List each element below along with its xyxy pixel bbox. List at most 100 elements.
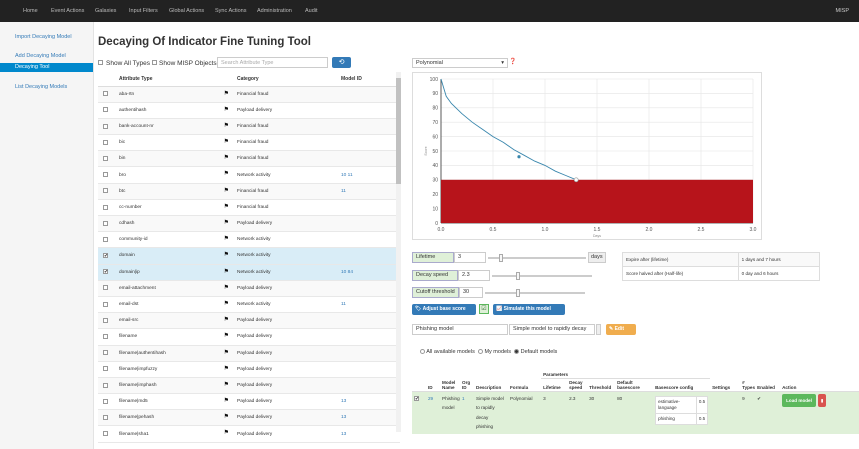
attribute-row[interactable]: btc ⚑ Financial fraud 11 (98, 183, 400, 200)
attribute-row[interactable]: cc-number ⚑ Financial fraud (98, 199, 400, 217)
model-id-cell[interactable] (337, 86, 400, 103)
model-id-cell[interactable]: 13 (337, 425, 400, 443)
attribute-search-input[interactable]: Search Attribute Type (217, 57, 328, 68)
attribute-row[interactable]: filename|pehash ⚑ Payload delivery 13 (98, 409, 400, 427)
row-checkbox[interactable] (103, 253, 108, 259)
attribute-row[interactable]: bic ⚑ Financial fraud (98, 134, 400, 152)
row-checkbox-cell[interactable] (98, 134, 115, 152)
model-id-cell[interactable]: 11 (337, 183, 400, 200)
row-checkbox-cell[interactable] (98, 280, 115, 297)
cutoff-slider-handle[interactable] (516, 289, 520, 297)
row-checkbox[interactable] (103, 301, 108, 307)
row-checkbox-cell[interactable] (98, 231, 115, 249)
attribute-row[interactable]: email-dst ⚑ Network activity 11 (98, 296, 400, 314)
basescore-check-icon[interactable]: ☑ (479, 304, 489, 314)
radio-all-models[interactable] (420, 349, 425, 355)
model-row[interactable]: 29 Phishing model 1 Simple model to rapi… (412, 391, 859, 434)
nav-brand[interactable]: MISP (836, 8, 849, 14)
model-id-cell[interactable] (337, 280, 400, 297)
attribute-row[interactable]: domain ⚑ Network activity (98, 247, 400, 265)
nav-global-actions[interactable]: Global Actions (169, 8, 204, 14)
show-all-types-checkbox[interactable] (98, 60, 103, 65)
sidebar-item-decaying-tool[interactable]: Decaying Tool (0, 63, 93, 72)
lifetime-slider-handle[interactable] (498, 254, 503, 262)
show-misp-objects-checkbox[interactable] (152, 60, 157, 65)
nav-input-filters[interactable]: Input Filters (129, 8, 158, 14)
nav-galaxies[interactable]: Galaxies (95, 8, 116, 14)
row-checkbox[interactable] (103, 431, 108, 437)
model-id-cell[interactable]: 10 84 (337, 264, 400, 281)
sidebar-item-list-models[interactable]: List Decaying Models (0, 83, 93, 92)
row-checkbox-cell[interactable] (98, 377, 115, 395)
attribute-row[interactable]: aba-rtn ⚑ Financial fraud (98, 86, 400, 103)
delete-icon[interactable]: ▮ (817, 393, 827, 407)
model-description-input[interactable]: Simple model to rapidly decay (509, 324, 595, 335)
model-id-cell[interactable] (337, 377, 400, 395)
cutoff-input[interactable]: 30 (459, 287, 483, 298)
row-checkbox[interactable] (103, 269, 108, 275)
row-checkbox-cell[interactable] (98, 199, 115, 217)
description-spinner[interactable] (596, 324, 601, 335)
simulate-model-button[interactable]: 📈 Simulate this model (493, 304, 565, 315)
model-id-cell[interactable] (337, 199, 400, 217)
model-id-cell[interactable] (337, 134, 400, 152)
row-checkbox-cell[interactable] (98, 118, 115, 136)
attribute-row[interactable]: email-attachment ⚑ Payload delivery (98, 280, 400, 297)
attribute-row[interactable]: domain|ip ⚑ Network activity10 84 (98, 264, 400, 281)
radio-my-models[interactable] (477, 349, 483, 355)
attribute-row[interactable]: filename|authentihash ⚑ Payload delivery (98, 345, 400, 362)
attribute-row[interactable]: filename|impfuzzy ⚑ Payload delivery (98, 361, 400, 378)
sidebar-item-import-model[interactable]: Import Decaying Model (0, 33, 93, 42)
row-checkbox[interactable] (103, 317, 108, 323)
row-checkbox[interactable] (103, 350, 108, 356)
row-checkbox-cell[interactable] (98, 247, 115, 265)
row-checkbox-cell[interactable] (98, 102, 115, 119)
decay-speed-input[interactable]: 2.3 (458, 270, 490, 281)
row-checkbox-cell[interactable] (98, 361, 115, 378)
model-id-cell[interactable] (337, 102, 400, 119)
decay-speed-slider-handle[interactable] (516, 272, 520, 280)
attribute-row[interactable]: filename|imphash ⚑ Payload delivery (98, 377, 400, 395)
attribute-row[interactable]: cdhash ⚑ Payload delivery (98, 215, 400, 233)
row-checkbox[interactable] (103, 155, 108, 161)
model-id-cell[interactable] (337, 328, 400, 346)
refresh-button[interactable]: ⟲ (332, 57, 351, 68)
cutoff-slider[interactable] (485, 289, 585, 297)
model-id-cell[interactable] (337, 361, 400, 378)
attribute-row[interactable]: community-id ⚑ Network activity (98, 231, 400, 249)
row-checkbox[interactable] (103, 334, 108, 340)
row-checkbox-cell[interactable] (98, 150, 115, 168)
row-checkbox[interactable] (103, 236, 108, 242)
row-checkbox[interactable] (103, 414, 108, 420)
row-checkbox[interactable] (103, 382, 108, 388)
row-checkbox-cell[interactable] (98, 296, 115, 314)
row-checkbox-cell[interactable] (98, 215, 115, 233)
row-checkbox-cell[interactable] (98, 425, 115, 443)
model-id-cell[interactable]: 13 (337, 393, 400, 411)
row-checkbox[interactable] (103, 366, 108, 372)
row-checkbox[interactable] (103, 220, 108, 226)
attribute-row[interactable]: filename|sha1 ⚑ Payload delivery 13 (98, 425, 400, 443)
row-checkbox[interactable] (103, 172, 108, 178)
model-id-cell[interactable] (337, 312, 400, 330)
row-checkbox-cell[interactable] (98, 312, 115, 330)
model-id-cell[interactable] (337, 247, 400, 265)
model-row-checkbox[interactable] (412, 391, 426, 434)
edit-model-button[interactable]: ✎ Edit (606, 324, 636, 335)
formula-select[interactable]: Polynomial ▾ (412, 58, 508, 68)
attribute-row[interactable]: bank-account-nr ⚑ Financial fraud (98, 118, 400, 136)
row-checkbox-cell[interactable] (98, 86, 115, 103)
model-org-id[interactable]: 1 (460, 391, 474, 434)
attribute-row[interactable]: bin ⚑ Financial fraud (98, 150, 400, 168)
row-checkbox-cell[interactable] (98, 393, 115, 411)
sidebar-item-add-model[interactable]: Add Decaying Model (0, 52, 93, 61)
decay-speed-slider[interactable] (492, 272, 592, 280)
row-checkbox[interactable] (103, 123, 108, 129)
nav-administration[interactable]: Administration (257, 8, 292, 14)
model-id-cell[interactable] (337, 215, 400, 233)
adjust-base-score-button[interactable]: 🏷 Adjust base score (412, 304, 476, 315)
load-model-button[interactable]: Load model (782, 393, 816, 407)
attribute-row[interactable]: email-src ⚑ Payload delivery (98, 312, 400, 330)
model-id-cell[interactable]: 13 (337, 409, 400, 427)
row-checkbox[interactable] (103, 91, 108, 97)
